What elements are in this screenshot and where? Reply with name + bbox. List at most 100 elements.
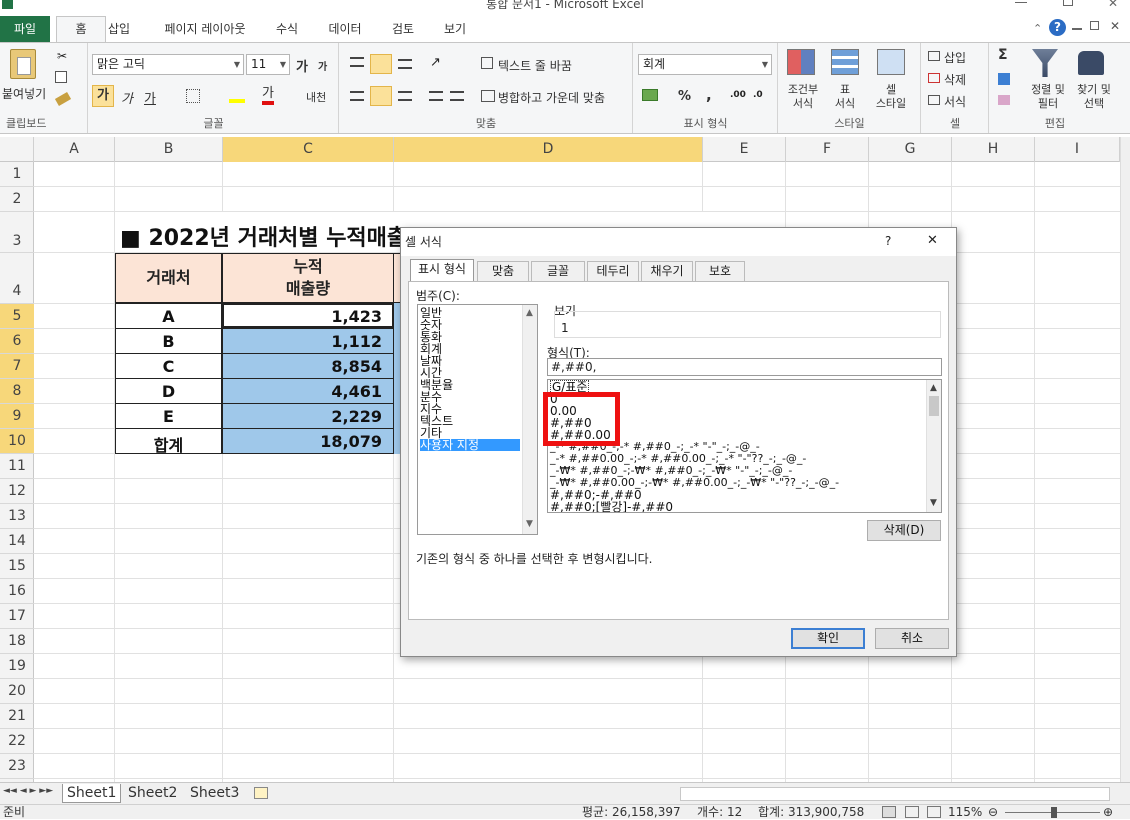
underline-button[interactable]: 가 bbox=[144, 88, 156, 107]
italic-button[interactable]: 가 bbox=[121, 88, 133, 107]
bold-button[interactable]: 가 bbox=[92, 85, 114, 107]
tab-review[interactable]: 검토 bbox=[387, 18, 419, 42]
number-format-combo[interactable]: 회계 ▼ bbox=[638, 54, 772, 75]
sales-cell-a[interactable]: 1,423 bbox=[222, 307, 382, 326]
format-painter-icon[interactable] bbox=[54, 92, 72, 106]
row-header-19[interactable]: 19 bbox=[0, 654, 34, 679]
row-header-15[interactable]: 15 bbox=[0, 554, 34, 579]
cell-styles-button[interactable]: 셀 스타일 bbox=[869, 83, 913, 111]
scroll-down-icon[interactable]: ▼ bbox=[930, 498, 937, 508]
zoom-out-icon[interactable]: ⊖ bbox=[988, 805, 998, 820]
row-header-20[interactable]: 20 bbox=[0, 679, 34, 704]
increase-indent-icon[interactable] bbox=[450, 91, 464, 101]
sales-cell-b[interactable]: 1,112 bbox=[222, 332, 382, 351]
cell-styles-icon[interactable] bbox=[877, 49, 905, 75]
delete-cells-icon[interactable] bbox=[928, 73, 940, 83]
scroll-down-icon[interactable]: ▼ bbox=[526, 519, 533, 529]
sort-filter-icon[interactable] bbox=[1032, 49, 1058, 77]
window-close-icon[interactable]: ✕ bbox=[1110, 19, 1120, 33]
vertical-scrollbar[interactable] bbox=[1120, 137, 1130, 782]
row-header-13[interactable]: 13 bbox=[0, 504, 34, 529]
scroll-thumb[interactable] bbox=[929, 396, 939, 416]
tab-insert[interactable]: 삽입 bbox=[104, 18, 134, 42]
row-header-23[interactable]: 23 bbox=[0, 754, 34, 779]
paste-button[interactable]: 붙여넣기 bbox=[2, 85, 46, 102]
align-bottom-icon[interactable] bbox=[398, 59, 412, 69]
row-header-21[interactable]: 21 bbox=[0, 704, 34, 729]
conditional-format-icon[interactable] bbox=[787, 49, 815, 75]
row-header-10[interactable]: 10 bbox=[0, 429, 34, 454]
autosum-button[interactable]: Σ bbox=[998, 47, 1008, 63]
tab-view[interactable]: 보기 bbox=[439, 18, 471, 42]
ok-button[interactable]: 확인 bbox=[791, 628, 865, 649]
fill-icon[interactable] bbox=[998, 73, 1010, 85]
page-break-view-icon[interactable] bbox=[927, 806, 941, 818]
column-header-h[interactable]: H bbox=[952, 137, 1035, 162]
delete-format-button[interactable]: 삭제(D) bbox=[867, 520, 941, 541]
select-all-corner[interactable] bbox=[0, 137, 34, 162]
client-cell-total[interactable]: 합계 bbox=[115, 432, 222, 456]
sales-cell-d[interactable]: 4,461 bbox=[222, 382, 382, 401]
insert-cells-icon[interactable] bbox=[928, 51, 940, 61]
category-scrollbar[interactable]: ▲ ▼ bbox=[522, 305, 537, 534]
column-header-a[interactable]: A bbox=[34, 137, 115, 162]
column-header-f[interactable]: F bbox=[786, 137, 869, 162]
row-header-17[interactable]: 17 bbox=[0, 604, 34, 629]
column-header-e[interactable]: E bbox=[703, 137, 786, 162]
type-input[interactable]: #,##0, bbox=[547, 358, 942, 376]
dialog-tab-fill[interactable]: 채우기 bbox=[641, 261, 693, 281]
row-header-18[interactable]: 18 bbox=[0, 629, 34, 654]
sheet-tab-2[interactable]: Sheet2 bbox=[124, 784, 181, 803]
row-header-3[interactable]: 3 bbox=[0, 212, 34, 253]
decrease-decimal-icon[interactable]: .0 bbox=[753, 90, 763, 100]
sales-cell-total[interactable]: 18,079 bbox=[222, 432, 382, 451]
font-color-button[interactable]: 가 bbox=[262, 87, 274, 105]
tab-file[interactable]: 파일 bbox=[0, 16, 50, 42]
align-top-icon[interactable] bbox=[350, 57, 364, 67]
window-restore-icon[interactable] bbox=[1090, 21, 1099, 30]
increase-decimal-icon[interactable]: .00 bbox=[730, 90, 746, 100]
row-header-14[interactable]: 14 bbox=[0, 529, 34, 554]
column-header-i[interactable]: I bbox=[1035, 137, 1120, 162]
orientation-icon[interactable]: ↗ bbox=[430, 55, 441, 70]
window-minimize-icon[interactable] bbox=[1072, 28, 1082, 30]
row-header-12[interactable]: 12 bbox=[0, 479, 34, 504]
row-header-6[interactable]: 6 bbox=[0, 329, 34, 354]
dialog-help-icon[interactable]: ? bbox=[885, 234, 891, 248]
table-format-button[interactable]: 표 서식 bbox=[825, 83, 865, 111]
format-scrollbar[interactable]: ▲ ▼ bbox=[926, 380, 941, 512]
row-header-2[interactable]: 2 bbox=[0, 187, 34, 212]
help-icon[interactable]: ? bbox=[1049, 19, 1066, 36]
header-cell-b4[interactable]: 거래처 bbox=[115, 253, 222, 303]
tab-page-layout[interactable]: 페이지 레이아웃 bbox=[152, 18, 258, 42]
copy-icon[interactable] bbox=[55, 71, 67, 83]
find-select-button[interactable]: 찾기 및 선택 bbox=[1072, 83, 1116, 111]
row-header-22[interactable]: 22 bbox=[0, 729, 34, 754]
column-header-d[interactable]: D bbox=[394, 137, 703, 162]
first-sheet-icon[interactable]: ◄◄ ◄ ► ►► bbox=[3, 786, 53, 796]
cut-icon[interactable]: ✂ bbox=[57, 49, 67, 63]
merge-center-button[interactable]: 병합하고 가운데 맞춤 bbox=[498, 89, 605, 106]
row-header-9[interactable]: 9 bbox=[0, 404, 34, 429]
delete-cells-button[interactable]: 삭제 bbox=[944, 71, 966, 88]
client-cell-a[interactable]: A bbox=[115, 307, 222, 326]
comma-button[interactable]: , bbox=[706, 86, 712, 104]
merge-icon[interactable] bbox=[481, 90, 495, 102]
wrap-text-icon[interactable] bbox=[481, 57, 493, 69]
tab-formulas[interactable]: 수식 bbox=[271, 18, 303, 42]
decrease-indent-icon[interactable] bbox=[429, 91, 443, 101]
minimize-icon[interactable] bbox=[1015, 2, 1027, 3]
normal-view-icon[interactable] bbox=[882, 806, 896, 818]
sales-cell-c[interactable]: 8,854 bbox=[222, 357, 382, 376]
sales-cell-e[interactable]: 2,229 bbox=[222, 407, 382, 426]
dialog-tab-protection[interactable]: 보호 bbox=[695, 261, 745, 281]
dialog-tab-alignment[interactable]: 맞춤 bbox=[477, 261, 529, 281]
table-format-icon[interactable] bbox=[831, 49, 859, 75]
client-cell-d[interactable]: D bbox=[115, 382, 222, 401]
maximize-icon[interactable] bbox=[1063, 0, 1073, 6]
row-header-8[interactable]: 8 bbox=[0, 379, 34, 404]
grow-font-button[interactable]: 가 bbox=[296, 56, 308, 75]
percent-button[interactable]: % bbox=[678, 89, 691, 104]
category-listbox[interactable]: 일반 숫자 통화 회계 날짜 시간 백분율 분수 지수 텍스트 기타 사용자 지… bbox=[417, 304, 538, 535]
client-cell-e[interactable]: E bbox=[115, 407, 222, 426]
